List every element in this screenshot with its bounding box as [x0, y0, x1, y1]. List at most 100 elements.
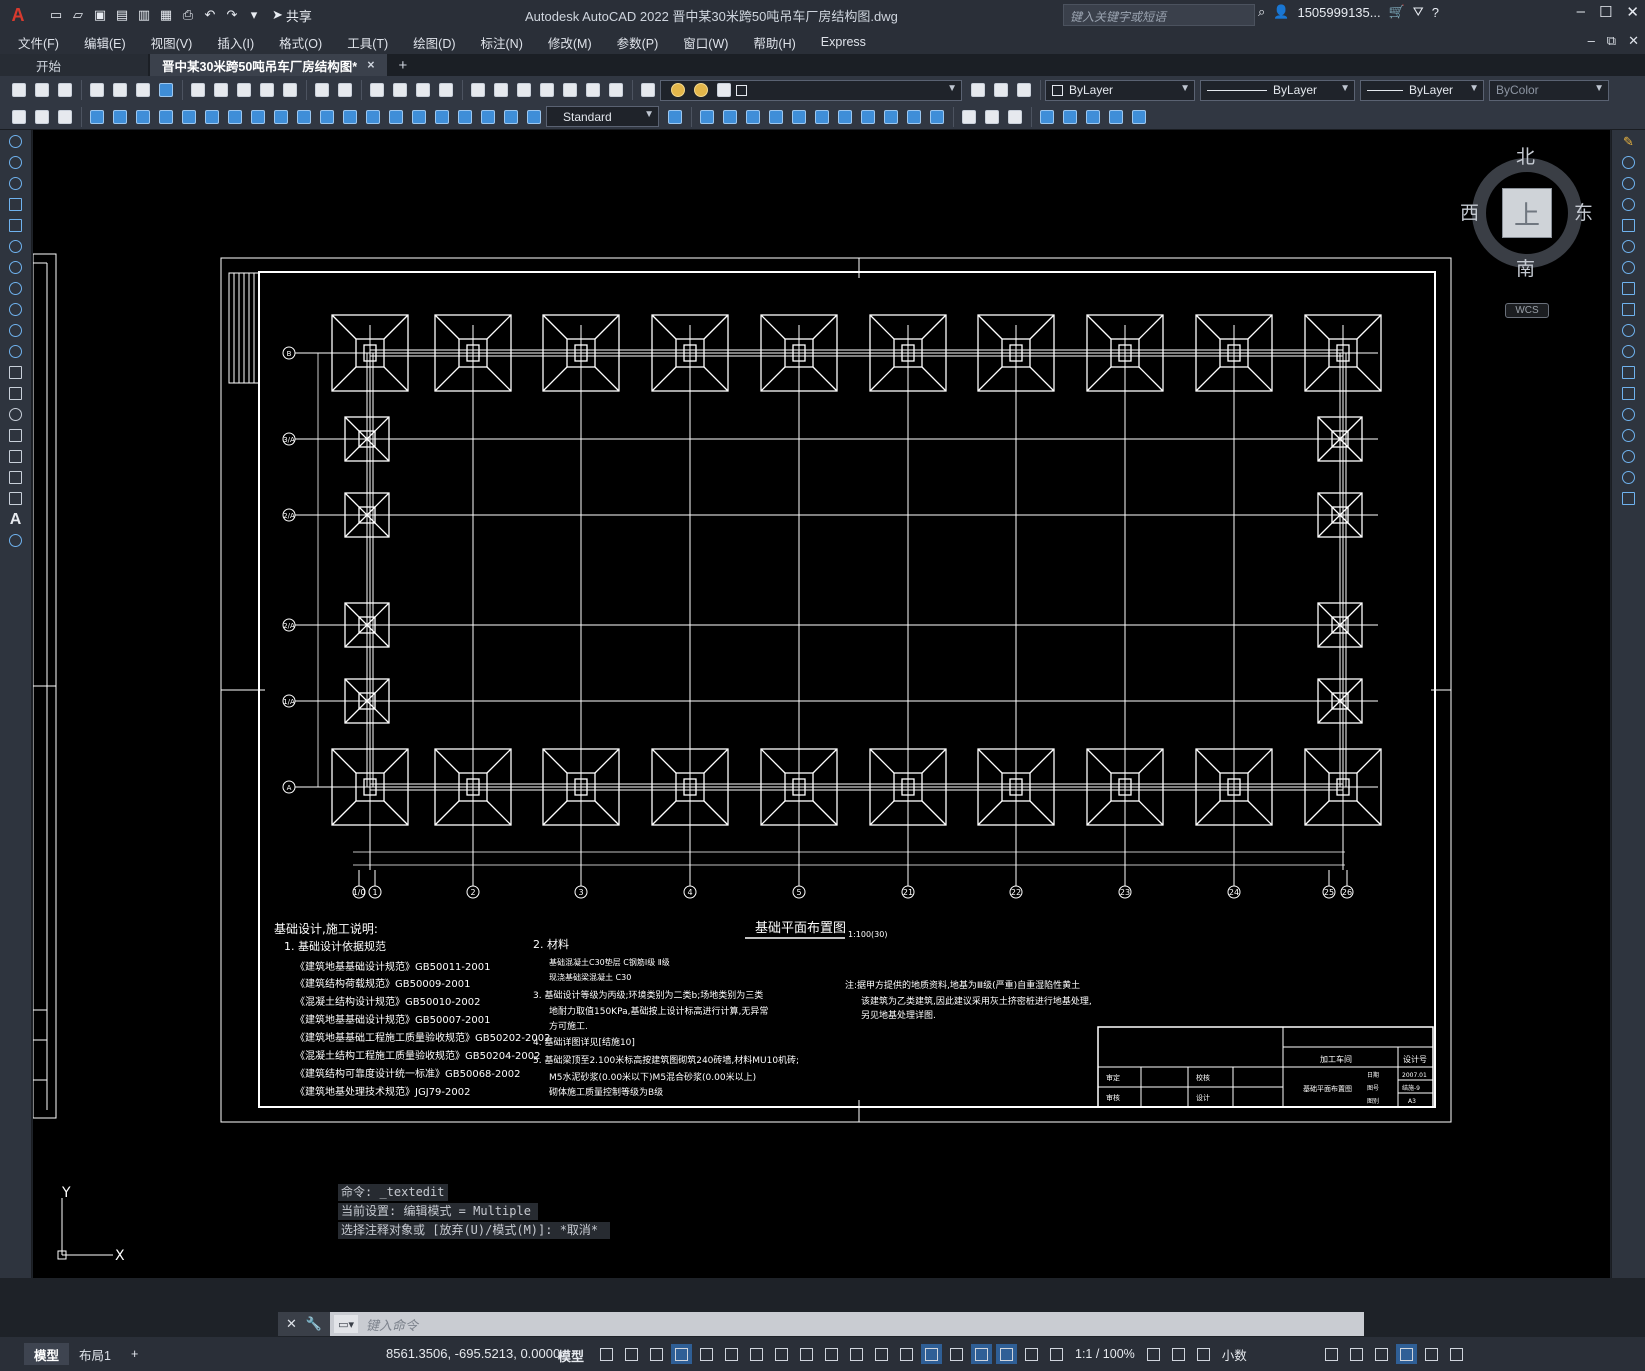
- ortho-icon[interactable]: [696, 1344, 717, 1364]
- scale-icon[interactable]: [857, 106, 879, 128]
- mirror-icon[interactable]: [742, 106, 764, 128]
- command-line[interactable]: ✕ 🔧 ▭▾ 键入命令: [278, 1312, 1364, 1336]
- dim-linear-icon[interactable]: [86, 106, 108, 128]
- print-icon[interactable]: ⎙: [178, 5, 198, 25]
- layer-dropdown[interactable]: ▼: [660, 79, 962, 101]
- share-button[interactable]: ➤ 共享: [272, 6, 312, 25]
- gradient-icon[interactable]: [5, 447, 27, 466]
- layer-walk-icon[interactable]: [31, 106, 53, 128]
- workspace-icon[interactable]: [8, 106, 30, 128]
- help-toolbar-icon[interactable]: [605, 79, 627, 101]
- dim-continue-icon[interactable]: [316, 106, 338, 128]
- workspace-gear-icon[interactable]: [1143, 1344, 1164, 1364]
- save-as-icon[interactable]: ▤: [112, 5, 132, 25]
- point-icon[interactable]: [5, 405, 27, 424]
- dim-break-icon[interactable]: [362, 106, 384, 128]
- make-current-icon[interactable]: [967, 79, 989, 101]
- dim-radius-icon[interactable]: [178, 106, 200, 128]
- annotation-scale-value[interactable]: 1:1 / 100%: [1075, 1347, 1135, 1361]
- array-icon[interactable]: [788, 106, 810, 128]
- isolate-objects-icon[interactable]: [1371, 1344, 1392, 1364]
- trim-icon[interactable]: [903, 106, 925, 128]
- save-icon[interactable]: ▣: [90, 5, 110, 25]
- stretch-icon[interactable]: [880, 106, 902, 128]
- dim-quick-icon[interactable]: [270, 106, 292, 128]
- tolerance-icon[interactable]: [385, 106, 407, 128]
- insert-block-icon[interactable]: [5, 363, 27, 382]
- break-icon[interactable]: [958, 106, 980, 128]
- zoom-window-icon[interactable]: [412, 79, 434, 101]
- explode-tool-icon[interactable]: [1618, 489, 1640, 508]
- open-web-icon[interactable]: ▥: [134, 5, 154, 25]
- menu-modify[interactable]: 修改(M): [548, 33, 592, 52]
- menu-help[interactable]: 帮助(H): [753, 33, 795, 52]
- customize-wrench-icon[interactable]: 🔧: [306, 1316, 322, 1332]
- viewcube-top-face[interactable]: 上: [1502, 188, 1552, 238]
- inspection-icon[interactable]: [431, 106, 453, 128]
- sheet-set-icon[interactable]: [536, 79, 558, 101]
- preview-icon[interactable]: [109, 79, 131, 101]
- plot-icon[interactable]: [86, 79, 108, 101]
- scale-tool-icon[interactable]: [1618, 279, 1640, 298]
- paste-icon[interactable]: [233, 79, 255, 101]
- copy-tool-icon[interactable]: [1618, 153, 1640, 172]
- rotate-tool-icon[interactable]: [1618, 258, 1640, 277]
- move-tool-icon[interactable]: [1618, 237, 1640, 256]
- pan-icon[interactable]: [366, 79, 388, 101]
- save-icon[interactable]: [54, 79, 76, 101]
- calculator-icon[interactable]: [582, 79, 604, 101]
- blend-icon[interactable]: [1059, 106, 1081, 128]
- cart-icon[interactable]: 🛒: [1389, 4, 1405, 20]
- tab-model[interactable]: 模型: [24, 1343, 70, 1365]
- redo-icon[interactable]: ↷: [222, 5, 242, 25]
- plot-style-dropdown[interactable]: ByColor ▼: [1489, 79, 1609, 101]
- grid-icon[interactable]: [596, 1344, 617, 1364]
- circle-icon[interactable]: [5, 258, 27, 277]
- menu-insert[interactable]: 插入(I): [217, 33, 254, 52]
- dim-aligned-icon[interactable]: [109, 106, 131, 128]
- zoom-previous-icon[interactable]: [435, 79, 457, 101]
- open-folder-icon[interactable]: ▱: [68, 5, 88, 25]
- join-icon[interactable]: [981, 106, 1003, 128]
- cut-icon[interactable]: [187, 79, 209, 101]
- ellipse-icon[interactable]: [5, 321, 27, 340]
- doc-close-icon[interactable]: ✕: [1628, 33, 1639, 49]
- polar-icon[interactable]: [721, 1344, 742, 1364]
- search-icon[interactable]: ⌕: [1258, 4, 1265, 20]
- chamfer-tool-icon[interactable]: [1618, 426, 1640, 445]
- transparency-icon[interactable]: [846, 1344, 867, 1364]
- dynamic-ucs-icon[interactable]: [921, 1344, 942, 1364]
- polyline-icon[interactable]: [5, 174, 27, 193]
- rectangle-icon[interactable]: [5, 216, 27, 235]
- tab-add-layout[interactable]: +: [121, 1343, 148, 1365]
- dim-space-icon[interactable]: [339, 106, 361, 128]
- annotation-scale-icon[interactable]: [1046, 1344, 1067, 1364]
- minimize-icon[interactable]: –: [1577, 3, 1585, 21]
- dim-angular-icon[interactable]: [247, 106, 269, 128]
- revision-cloud-icon[interactable]: [5, 279, 27, 298]
- menu-view[interactable]: 视图(V): [151, 33, 193, 52]
- dim-diameter-icon[interactable]: [224, 106, 246, 128]
- compass-west[interactable]: 西: [1460, 198, 1479, 225]
- menu-window[interactable]: 窗口(W): [683, 33, 728, 52]
- text-front-icon[interactable]: [1128, 106, 1150, 128]
- mtext-icon[interactable]: A: [5, 510, 27, 529]
- dim-style-dropdown[interactable]: Standard ▼: [546, 106, 659, 127]
- dim-baseline-icon[interactable]: [293, 106, 315, 128]
- selection-filter-icon[interactable]: [946, 1344, 967, 1364]
- clean-screen-icon[interactable]: [1421, 1344, 1442, 1364]
- color-dropdown[interactable]: ByLayer ▼: [1045, 79, 1195, 101]
- block-editor-icon[interactable]: [279, 79, 301, 101]
- explode-icon[interactable]: [1082, 106, 1104, 128]
- array-tool-icon[interactable]: [1618, 216, 1640, 235]
- snap-icon[interactable]: [621, 1344, 642, 1364]
- doc-minimize-icon[interactable]: –: [1588, 33, 1595, 49]
- wcs-menu[interactable]: WCS: [1505, 303, 1549, 318]
- join-tool-icon[interactable]: [1618, 405, 1640, 424]
- compass-east[interactable]: 东: [1574, 198, 1593, 225]
- dynamic-input-icon[interactable]: [671, 1344, 692, 1364]
- extend-icon[interactable]: [926, 106, 948, 128]
- a360-icon[interactable]: ⛛: [1413, 4, 1424, 20]
- doc-restore-icon[interactable]: ⧉: [1607, 33, 1616, 49]
- lineweight-icon[interactable]: [821, 1344, 842, 1364]
